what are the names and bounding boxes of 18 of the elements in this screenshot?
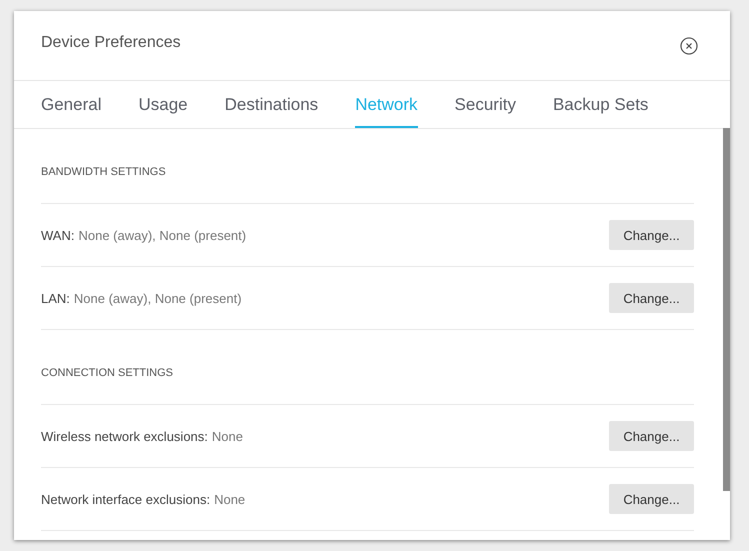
tab[interactable]: Usage xyxy=(138,81,188,128)
setting-text: WAN: None (away), None (present) xyxy=(41,228,248,242)
tab[interactable]: Security xyxy=(454,81,516,128)
setting-text: LAN: None (away), None (present) xyxy=(41,290,243,306)
tab[interactable]: Destinations xyxy=(224,81,318,128)
change-button[interactable]: Change... xyxy=(609,220,694,250)
change-button[interactable]: Change... xyxy=(609,421,694,451)
tab[interactable]: General xyxy=(41,81,102,128)
close-icon[interactable] xyxy=(680,36,698,54)
scrollbar-thumb[interactable] xyxy=(723,128,730,491)
section-heading: CONNECTION SETTINGS xyxy=(41,330,694,405)
section-heading: BANDWIDTH SETTINGS xyxy=(41,129,694,204)
setting-text: Wireless network exclusions: None xyxy=(41,428,244,444)
dialog-title: Device Preferences xyxy=(41,34,181,52)
setting-text: Network interface exclusions: None xyxy=(41,492,246,506)
tab[interactable]: Backup Sets xyxy=(552,81,648,128)
change-button[interactable]: Change... xyxy=(609,484,694,514)
change-button[interactable]: Change... xyxy=(609,283,694,313)
